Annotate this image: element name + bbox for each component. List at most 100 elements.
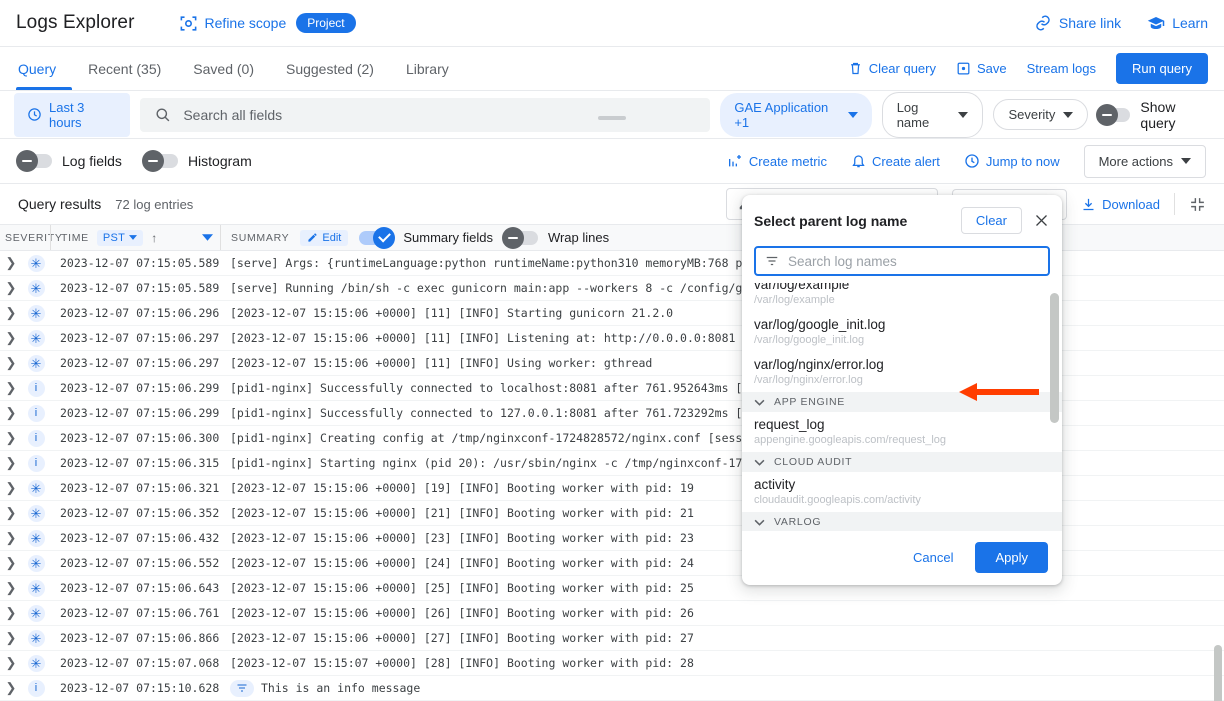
create-alert-label: Create alert	[871, 153, 940, 169]
histogram-toggle[interactable]: Histogram	[141, 150, 252, 172]
chevron-down-icon	[754, 519, 765, 526]
refine-scope-button[interactable]: Refine scope	[179, 14, 286, 33]
expand-row-icon[interactable]: ❯	[0, 605, 22, 621]
log-actions: Create metric Create alert Jump to now M…	[727, 144, 1206, 178]
log-fields-switch[interactable]	[16, 150, 52, 172]
expand-row-icon[interactable]: ❯	[0, 655, 22, 671]
resource-filter-label: GAE Application +1	[734, 99, 829, 130]
expand-row-icon[interactable]: ❯	[0, 680, 22, 696]
edit-summary-fields-button[interactable]: Edit	[300, 229, 349, 246]
expand-row-icon[interactable]: ❯	[0, 480, 22, 496]
tab-query[interactable]: Query	[16, 47, 73, 90]
log-name-group-header[interactable]: VARLOG	[742, 512, 1062, 531]
clear-query-button[interactable]: Clear query	[848, 61, 936, 76]
log-name-group-header[interactable]: CLOUD AUDIT	[742, 452, 1062, 472]
trash-icon	[848, 61, 863, 76]
histogram-switch[interactable]	[141, 150, 178, 172]
tab-suggested[interactable]: Suggested (2)	[270, 47, 390, 90]
run-query-button[interactable]: Run query	[1116, 53, 1208, 84]
expand-row-icon[interactable]: ❯	[0, 430, 22, 446]
severity-debug-icon: ✳	[27, 279, 45, 297]
resource-filter-chip[interactable]: GAE Application +1	[720, 92, 872, 137]
share-link-label: Share link	[1058, 15, 1122, 31]
log-name-label: activity	[754, 477, 796, 492]
summary-fields-switch[interactable]	[359, 226, 396, 249]
log-fields-toggle[interactable]: Log fields	[16, 150, 122, 172]
cancel-button[interactable]: Cancel	[901, 542, 966, 573]
panel-resize-handle[interactable]	[598, 116, 626, 120]
header-actions: Share link Learn	[1034, 14, 1208, 32]
sort-ascending-icon[interactable]: ↑	[151, 231, 158, 245]
table-row[interactable]: ❯ ✳ 2023-12-07 07:15:06.761 [2023-12-07 15:…	[0, 601, 1224, 626]
list-item[interactable]: var/log/example/var/log/example	[742, 283, 1062, 312]
expand-row-icon[interactable]: ❯	[0, 555, 22, 571]
search-input[interactable]	[183, 106, 697, 123]
log-name-group-label: APP ENGINE	[774, 396, 845, 408]
log-name-list[interactable]: var/log/example/var/log/example var/log/g…	[742, 283, 1062, 531]
tab-library[interactable]: Library	[390, 47, 465, 90]
panel-search-input[interactable]	[788, 253, 1039, 269]
panel-clear-button[interactable]: Clear	[960, 207, 1022, 234]
summary-fields-toggle[interactable]: Summary fields	[359, 226, 493, 249]
expand-row-icon[interactable]: ❯	[0, 405, 22, 421]
more-actions-button[interactable]: More actions	[1083, 144, 1206, 178]
show-query-toggle[interactable]: Show query	[1096, 99, 1210, 131]
time-range-picker[interactable]: Last 3 hours	[14, 92, 131, 137]
table-row[interactable]: ❯ ✳ 2023-12-07 07:15:06.866 [2023-12-07 15:…	[0, 626, 1224, 651]
stream-logs-button[interactable]: Stream logs	[1027, 61, 1096, 76]
column-header-time-label: TIME	[61, 231, 89, 244]
log-name-list-scrollbar[interactable]	[1050, 293, 1059, 423]
table-row[interactable]: ❯ i 2023-12-07 07:15:10.628 This is an info…	[0, 676, 1224, 701]
list-item[interactable]: var/log/google_init.log/var/log/google_i…	[742, 312, 1062, 352]
wrap-lines-switch[interactable]	[501, 226, 538, 249]
share-link-button[interactable]: Share link	[1034, 14, 1121, 32]
search-all-fields-box[interactable]	[140, 97, 711, 132]
column-header-summary: SUMMARY Edit Summary fields Wrap lines	[220, 225, 1224, 250]
expand-row-icon[interactable]: ❯	[0, 380, 22, 396]
time-column-menu-icon[interactable]	[202, 234, 213, 241]
close-icon[interactable]	[1030, 210, 1052, 232]
expand-row-icon[interactable]: ❯	[0, 630, 22, 646]
log-name-group-label: VARLOG	[774, 516, 822, 528]
expand-row-icon[interactable]: ❯	[0, 330, 22, 346]
tab-recent-label: Recent (35)	[88, 60, 162, 77]
list-item[interactable]: request_log appengine.googleapis.com/requ…	[742, 412, 1062, 452]
timezone-selector[interactable]: PST	[96, 229, 144, 246]
apply-button[interactable]: Apply	[975, 542, 1048, 573]
create-metric-button[interactable]: Create metric	[727, 153, 827, 169]
log-name-label: var/log/google_init.log	[754, 317, 886, 332]
expand-row-icon[interactable]: ❯	[0, 580, 22, 596]
severity-filter-chip[interactable]: Severity	[993, 99, 1089, 130]
list-item[interactable]: var/log/nginx/error.log/var/log/nginx/er…	[742, 352, 1062, 392]
scope-chip-project[interactable]: Project	[296, 13, 356, 33]
expand-row-icon[interactable]: ❯	[0, 455, 22, 471]
bar-chart-icon	[727, 153, 743, 169]
collapse-icon[interactable]	[1189, 196, 1206, 213]
download-button[interactable]: Download	[1081, 197, 1160, 212]
jump-to-now-button[interactable]: Jump to now	[964, 153, 1060, 169]
list-item[interactable]: activity cloudaudit.googleapis.com/activi…	[742, 472, 1062, 512]
save-button[interactable]: Save	[956, 61, 1007, 76]
severity-debug-icon: ✳	[27, 579, 45, 597]
severity-info-icon: i	[27, 679, 45, 697]
severity-debug-icon: ✳	[27, 654, 45, 672]
expand-row-icon[interactable]: ❯	[0, 355, 22, 371]
show-query-switch[interactable]	[1096, 103, 1131, 126]
tab-recent[interactable]: Recent (35)	[72, 47, 177, 90]
create-alert-button[interactable]: Create alert	[851, 153, 940, 169]
expand-row-icon[interactable]: ❯	[0, 280, 22, 296]
severity-info-icon: i	[27, 379, 45, 397]
expand-row-icon[interactable]: ❯	[0, 255, 22, 271]
learn-button[interactable]: Learn	[1147, 15, 1208, 31]
stream-logs-label: Stream logs	[1026, 61, 1097, 76]
expand-row-icon[interactable]: ❯	[0, 530, 22, 546]
panel-search-box[interactable]	[754, 246, 1050, 276]
log-name-group-header[interactable]: APP ENGINE	[742, 392, 1062, 412]
wrap-lines-toggle[interactable]: Wrap lines	[501, 226, 609, 249]
tab-saved[interactable]: Saved (0)	[177, 47, 270, 90]
expand-row-icon[interactable]: ❯	[0, 505, 22, 521]
expand-row-icon[interactable]: ❯	[0, 305, 22, 321]
log-name-filter-chip[interactable]: Log name	[881, 91, 984, 138]
log-table-scrollbar[interactable]	[1214, 645, 1222, 701]
table-row[interactable]: ❯ ✳ 2023-12-07 07:15:07.068 [2023-12-07 15:…	[0, 651, 1224, 676]
